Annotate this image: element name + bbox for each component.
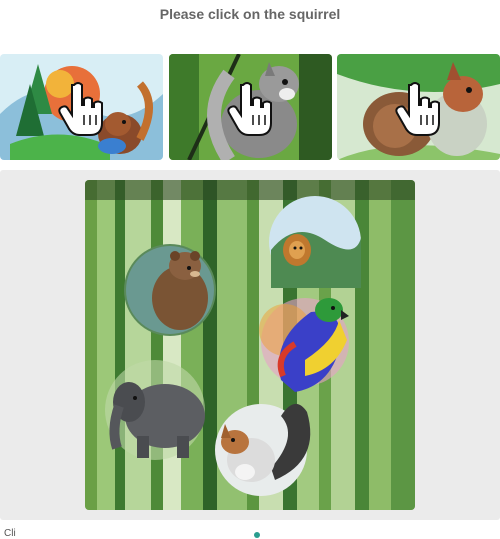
example-image-3 — [337, 54, 500, 160]
example-image-2 — [169, 54, 332, 160]
hand-pointer-icon — [226, 82, 272, 136]
challenge-prompt: Please click on the squirrel — [159, 6, 341, 22]
footer-bar: Cli — [0, 520, 500, 539]
challenge-panel — [0, 170, 500, 520]
challenge-image[interactable] — [85, 180, 415, 510]
hand-pointer-icon — [394, 82, 440, 136]
example-images-row — [0, 54, 500, 160]
status-dot-icon — [254, 532, 260, 538]
squirrel-target[interactable] — [215, 404, 307, 496]
hand-pointer-icon — [57, 82, 103, 136]
footer-text: Cli — [4, 528, 16, 539]
example-image-1 — [0, 54, 163, 160]
